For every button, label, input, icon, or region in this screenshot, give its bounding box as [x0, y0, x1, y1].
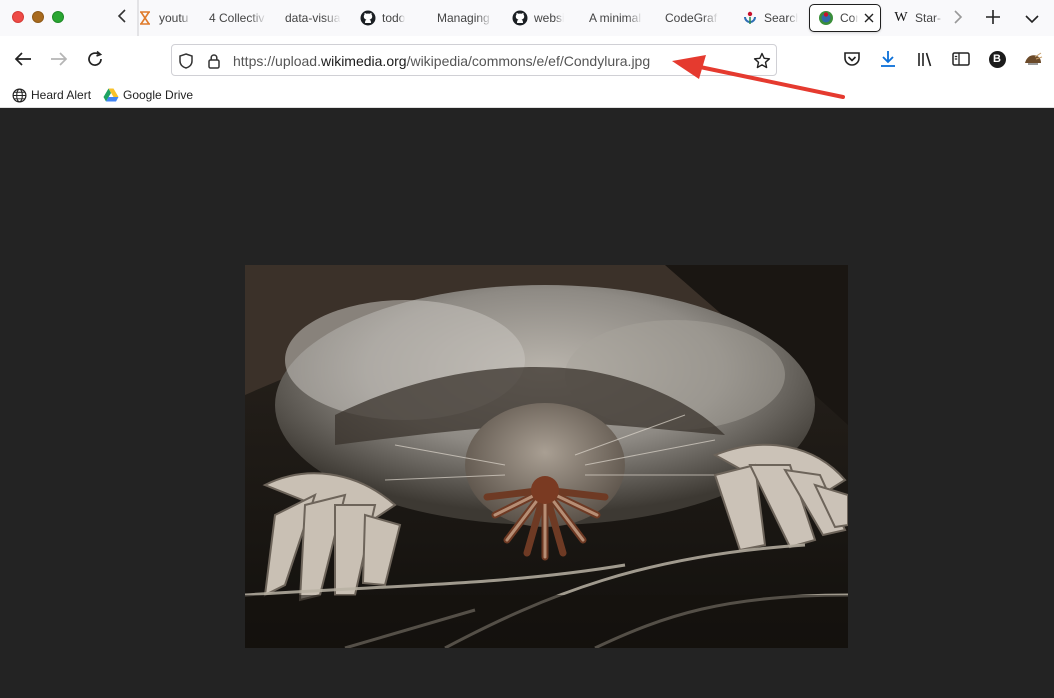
mole-image [245, 265, 848, 648]
tab-collective[interactable]: 4 Collectiv [209, 4, 269, 32]
tab-data-visualization[interactable]: data-visua [285, 4, 343, 32]
url-domain: wikimedia.org [320, 53, 407, 69]
tab-label: Star- [915, 11, 942, 25]
tab-codegraf[interactable]: CodeGraf [665, 4, 721, 32]
arrow-left-icon [14, 52, 31, 66]
star-nosed-mole-photo [245, 265, 848, 648]
tab-star-nosed-mole[interactable]: W Star- [893, 4, 945, 32]
bookmark-label: Google Drive [123, 88, 194, 102]
arrow-right-icon [51, 52, 68, 66]
library-icon [918, 52, 932, 67]
tab-website[interactable]: websi [512, 4, 570, 32]
tab-condylura-active[interactable]: Con [809, 4, 881, 32]
bookmark-google-drive[interactable]: Google Drive [103, 86, 193, 104]
hourglass-icon [137, 10, 153, 26]
star-icon [753, 52, 771, 69]
tab-search[interactable]: Search [742, 4, 798, 32]
chevron-right-icon [954, 10, 963, 24]
tab-strip: youtu 4 Collectiv data-visua todo Managi… [0, 0, 1054, 36]
tab-label: websi [534, 11, 564, 25]
forward-button[interactable] [47, 47, 71, 71]
tab-label: todo [382, 11, 406, 25]
bookmarks-toolbar: Heard Alert Google Drive [0, 82, 1054, 108]
pocket-icon [844, 52, 860, 66]
tab-label: Search [764, 11, 798, 25]
mole-extension-icon [1025, 52, 1043, 65]
chevron-down-icon [1025, 15, 1039, 24]
sidebar-button[interactable] [949, 47, 973, 71]
url-subdomain: upload. [275, 53, 321, 69]
new-tab-button[interactable] [981, 6, 1005, 30]
tab-scroll-right-button[interactable] [946, 6, 970, 30]
url-scheme: https:// [233, 53, 276, 69]
sidebar-icon [952, 52, 970, 66]
wikimedia-icon [742, 10, 758, 26]
tab-managing[interactable]: Managing [437, 4, 495, 32]
reload-icon [88, 50, 103, 66]
google-drive-icon [103, 87, 119, 103]
bookmark-star-button[interactable] [753, 52, 771, 70]
wikipedia-w-icon: W [894, 10, 908, 25]
lock-icon[interactable] [205, 52, 223, 70]
tab-label: youtu [159, 11, 189, 25]
wikimedia-commons-icon [818, 10, 834, 26]
list-all-tabs-button[interactable] [1020, 6, 1044, 30]
tab-close-icon[interactable] [864, 11, 874, 26]
window-zoom-button[interactable] [52, 11, 64, 23]
tab-label: 4 Collectiv [209, 11, 265, 25]
reload-button[interactable] [83, 47, 107, 71]
downloads-button[interactable] [876, 47, 900, 71]
plus-icon [986, 10, 1000, 24]
tab-label: data-visua [285, 11, 341, 25]
profile-button[interactable]: B [985, 47, 1009, 71]
tab-label: Managing [437, 11, 490, 25]
bookmark-heard-alert[interactable]: Heard Alert [11, 86, 91, 104]
github-icon [512, 10, 528, 26]
github-icon [360, 10, 376, 26]
tab-youtube[interactable]: youtu [137, 4, 193, 32]
url-bar[interactable]: https://upload.wikimedia.org/wikipedia/c… [171, 44, 777, 76]
tab-label: Con [840, 11, 858, 25]
profile-avatar: B [988, 50, 1006, 68]
tab-label: CodeGraf [665, 11, 718, 25]
library-button[interactable] [913, 47, 937, 71]
tab-a-minimal[interactable]: A minimal [589, 4, 645, 32]
window-close-button[interactable] [12, 11, 24, 23]
pocket-button[interactable] [840, 47, 864, 71]
window-minimize-button[interactable] [32, 11, 44, 23]
bookmark-label: Heard Alert [31, 88, 92, 102]
shield-icon[interactable] [177, 52, 195, 70]
back-button[interactable] [11, 47, 35, 71]
url-path: /wikipedia/commons/e/ef/Condylura.jpg [406, 53, 651, 69]
globe-icon [11, 87, 27, 103]
extension-button[interactable] [1021, 47, 1045, 71]
chevron-left-icon [117, 9, 126, 23]
url-text[interactable]: https://upload.wikimedia.org/wikipedia/c… [233, 53, 650, 69]
tab-scroll-left-button[interactable] [112, 7, 132, 29]
download-icon [881, 51, 895, 67]
tab-todo[interactable]: todo [360, 4, 420, 32]
tab-label: A minimal [589, 11, 642, 25]
